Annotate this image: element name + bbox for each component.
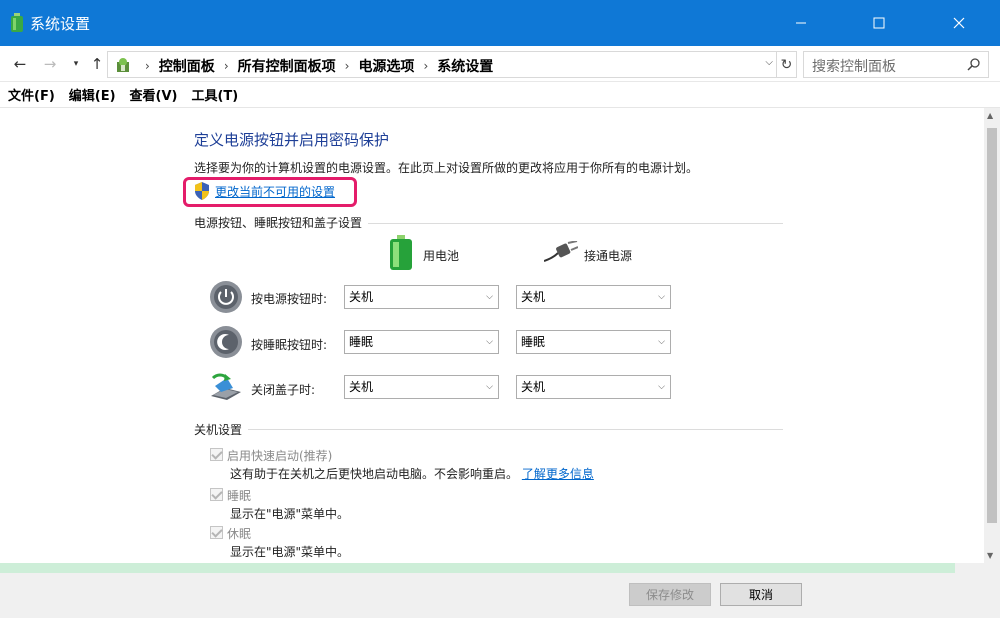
chevron-down-icon: ⌵ [486,382,493,392]
chevron-down-icon: ⌵ [486,337,493,347]
scroll-down-icon[interactable]: ▼ [987,551,993,560]
lid-close-battery-select[interactable]: 关机 ⌵ [344,375,499,399]
power-button-icon [210,281,242,313]
select-value: 关机 [349,380,374,394]
menu-bar: 文件(F) 编辑(E) 查看(V) 工具(T) [0,82,1000,108]
power-button-battery-select[interactable]: 关机 ⌵ [344,285,499,309]
menu-tools[interactable]: 工具(T) [191,85,238,104]
vertical-scrollbar[interactable]: ▲ ▼ [984,108,1000,563]
chevron-down-icon: ▾ [73,59,79,69]
address-dropdown-icon[interactable]: ⌵ [765,57,773,68]
breadcrumb-control-panel[interactable]: 控制面板 [159,56,215,76]
fast-startup-checkbox[interactable] [210,448,223,461]
sleep-button-label: 按睡眠按钮时: [251,338,328,352]
maximize-button[interactable] [856,0,902,46]
footer-accent-strip [0,563,955,573]
breadcrumb-separator-icon: › [423,59,429,73]
scroll-up-icon[interactable]: ▲ [987,111,993,120]
up-button[interactable]: ↑ [87,54,107,74]
chevron-down-icon: ⌵ [658,382,665,392]
breadcrumb-separator-icon: › [344,59,350,73]
power-plug-icon [544,241,578,262]
menu-file[interactable]: 文件(F) [8,85,55,104]
search-icon [967,58,980,71]
power-button-plugged-select[interactable]: 关机 ⌵ [516,285,671,309]
maximize-icon [873,17,885,29]
footer-bar: 保存修改 取消 [0,563,1000,618]
lid-close-label: 关闭盖子时: [251,383,316,397]
window-title: 系统设置 [30,15,91,33]
forward-button[interactable]: → [40,54,60,74]
select-value: 睡眠 [521,335,546,349]
hibernate-label: 休眠 [227,527,252,541]
menu-view[interactable]: 查看(V) [130,85,178,104]
search-input[interactable]: 搜索控制面板 [812,56,896,76]
menu-edit[interactable]: 编辑(E) [69,85,116,104]
main-content: 定义电源按钮并启用密码保护 选择要为你的计算机设置的电源设置。在此页上对设置所做… [0,108,984,563]
forward-arrow-icon: → [43,55,57,73]
hibernate-description: 显示在"电源"菜单中。 [230,545,350,559]
change-unavailable-settings-link[interactable]: 更改当前不可用的设置 [215,183,335,200]
battery-icon [390,235,412,270]
breadcrumb-separator-icon: › [223,59,229,73]
sleep-label: 睡眠 [227,489,252,503]
breadcrumb-system-settings[interactable]: 系统设置 [437,56,493,76]
chevron-down-icon: ⌵ [658,292,665,302]
select-value: 关机 [521,290,546,304]
close-button[interactable] [936,0,982,46]
power-buttons-group-label: 电源按钮、睡眠按钮和盖子设置 [194,214,369,231]
breadcrumb-separator-icon: › [145,59,150,73]
address-toolbar: ← → ▾ ↑ › 控制面板 › 所有控制面板项 › 电源选项 › 系统设置 ⌵… [0,46,1000,82]
select-value: 关机 [349,290,374,304]
chevron-down-icon: ⌵ [486,292,493,302]
breadcrumb-power-options[interactable]: 电源选项 [358,56,414,76]
minimize-button[interactable] [778,0,824,46]
shutdown-settings-group-label: 关机设置 [194,421,249,438]
save-changes-button[interactable]: 保存修改 [629,583,711,606]
address-bar[interactable]: › 控制面板 › 所有控制面板项 › 电源选项 › 系统设置 ⌵ [107,51,777,78]
group-divider [196,429,783,430]
recent-locations-button[interactable]: ▾ [66,54,86,74]
back-button[interactable]: ← [10,54,30,74]
cancel-button[interactable]: 取消 [720,583,802,606]
sleep-description: 显示在"电源"菜单中。 [230,507,350,521]
breadcrumb-all-items[interactable]: 所有控制面板项 [238,56,336,76]
breadcrumb: › 控制面板 › 所有控制面板项 › 电源选项 › 系统设置 [136,56,493,76]
select-value: 睡眠 [349,335,374,349]
fast-startup-description: 这有助于在关机之后更快地启动电脑。不会影响重启。 了解更多信息 [230,465,594,482]
minimize-icon [796,22,806,24]
lid-close-plugged-select[interactable]: 关机 ⌵ [516,375,671,399]
page-description: 选择要为你的计算机设置的电源设置。在此页上对设置所做的更改将应用于你所有的电源计… [194,161,699,175]
plugged-in-header: 接通电源 [584,249,633,263]
power-button-label: 按电源按钮时: [251,292,328,306]
sleep-button-icon [210,326,242,358]
chevron-down-icon: ⌵ [658,337,665,347]
fast-startup-label: 启用快速启动(推荐) [227,449,333,463]
sleep-checkbox[interactable] [210,488,223,501]
uac-shield-icon [195,182,209,200]
scrollbar-thumb[interactable] [987,128,997,523]
on-battery-header: 用电池 [423,249,460,263]
back-arrow-icon: ← [13,55,27,73]
close-icon [953,17,965,29]
page-title: 定义电源按钮并启用密码保护 [194,131,390,149]
app-battery-icon [11,13,23,32]
sleep-button-plugged-select[interactable]: 睡眠 ⌵ [516,330,671,354]
select-value: 关机 [521,380,546,394]
learn-more-link[interactable]: 了解更多信息 [522,467,594,481]
fast-startup-desc-text: 这有助于在关机之后更快地启动电脑。不会影响重启。 [230,467,519,481]
hibernate-checkbox[interactable] [210,526,223,539]
refresh-icon: ↻ [780,56,793,73]
sleep-button-battery-select[interactable]: 睡眠 ⌵ [344,330,499,354]
title-bar: 系统设置 [0,0,1000,46]
search-box[interactable]: 搜索控制面板 [803,51,989,78]
control-panel-icon [117,58,129,72]
laptop-lid-icon [211,373,241,400]
refresh-button[interactable]: ↻ [777,51,797,78]
up-arrow-icon: ↑ [90,55,104,73]
